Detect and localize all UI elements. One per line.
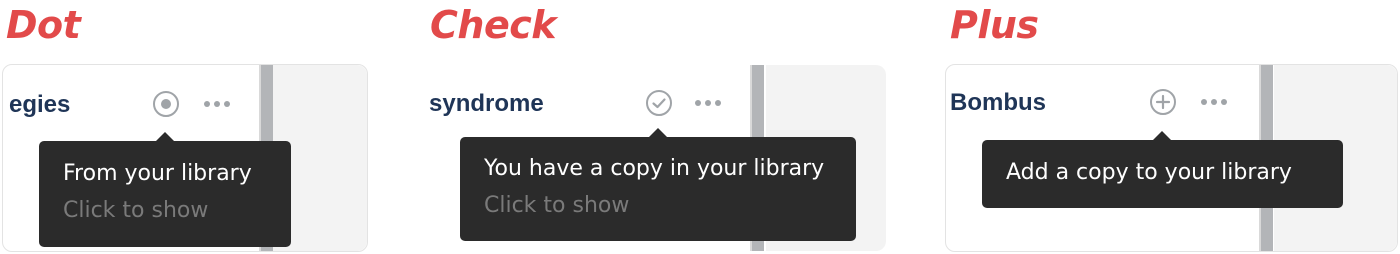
tooltip-primary-text: From your library xyxy=(63,161,252,186)
tooltip-arrow xyxy=(1152,131,1172,141)
tooltip: From your library Click to show xyxy=(39,132,291,247)
book-title[interactable]: Bombus xyxy=(950,91,1046,115)
tooltip: You have a copy in your library Click to… xyxy=(460,128,856,241)
tooltip-arrow xyxy=(155,132,175,142)
tooltip: Add a copy to your library xyxy=(982,131,1343,208)
more-horizontal-icon[interactable] xyxy=(204,100,230,108)
panel-heading-plus: Plus xyxy=(950,3,1039,47)
panel-heading-check: Check xyxy=(430,3,557,47)
plus-circle-icon[interactable] xyxy=(1149,88,1177,116)
tooltip-secondary-text: Click to show xyxy=(63,198,209,223)
book-title[interactable]: syndrome xyxy=(429,92,544,116)
more-horizontal-icon[interactable] xyxy=(1201,98,1227,106)
book-title[interactable]: egies xyxy=(9,93,70,117)
tooltip-primary-text: Add a copy to your library xyxy=(1006,160,1292,185)
panel-heading-dot: Dot xyxy=(6,3,81,47)
dot-circle-icon[interactable] xyxy=(152,90,180,118)
tooltip-arrow xyxy=(648,128,668,138)
check-circle-icon[interactable] xyxy=(645,89,673,117)
tooltip-secondary-text: Click to show xyxy=(484,193,630,218)
tooltip-primary-text: You have a copy in your library xyxy=(484,156,825,181)
more-horizontal-icon[interactable] xyxy=(695,99,721,107)
